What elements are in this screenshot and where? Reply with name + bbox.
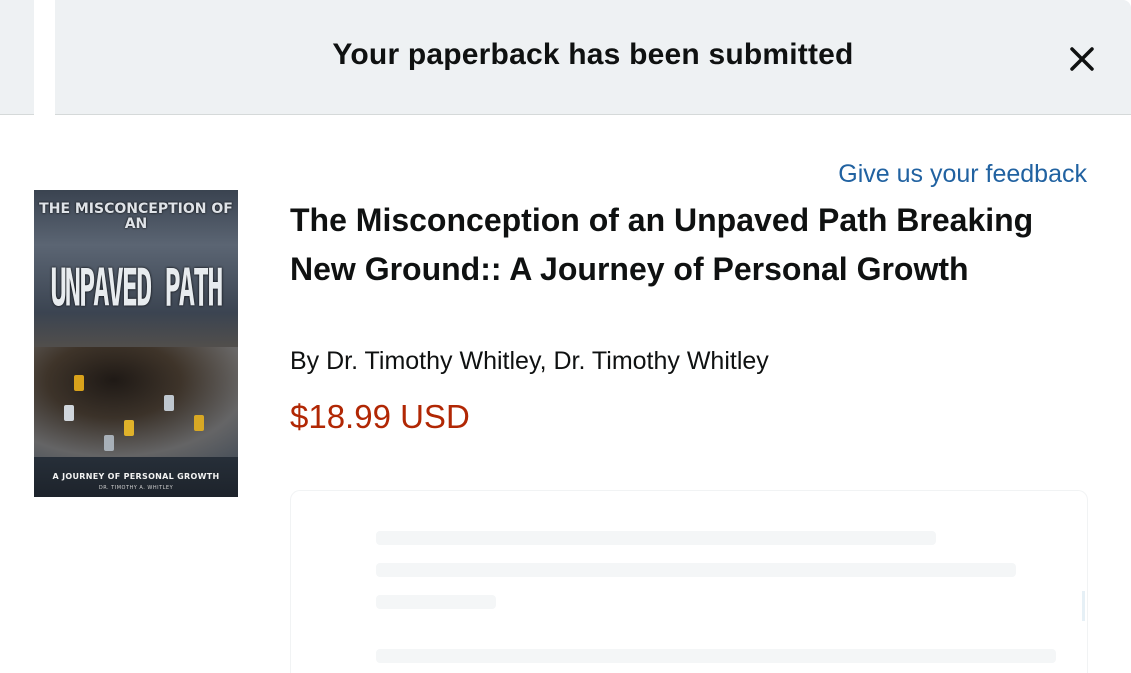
- faded-scroll-indicator: [1082, 591, 1085, 621]
- feedback-link[interactable]: Give us your feedback: [838, 160, 1087, 189]
- faded-line: [376, 563, 1016, 577]
- cover-road-art: [34, 347, 238, 457]
- cover-car: [164, 395, 174, 411]
- left-panel-edge: [0, 0, 34, 115]
- divider: [0, 114, 34, 115]
- cover-car: [194, 415, 204, 431]
- faded-info-panel: [290, 490, 1088, 673]
- book-cover-image: THE MISCONCEPTION OF AN UNPAVED PATH A J…: [34, 190, 238, 497]
- panel-gap: [34, 0, 54, 115]
- cover-subtitle: A JOURNEY OF PERSONAL GROWTH: [52, 472, 220, 481]
- submission-banner: Your paperback has been submitted: [55, 0, 1131, 115]
- faded-line: [376, 649, 1056, 663]
- cover-car: [64, 405, 74, 421]
- faded-line: [376, 531, 936, 545]
- banner-title: Your paperback has been submitted: [332, 38, 854, 71]
- cover-car: [74, 375, 84, 391]
- cover-title-top: THE MISCONCEPTION OF AN: [39, 201, 233, 232]
- close-icon: [1070, 47, 1094, 71]
- book-price: $18.99 USD: [290, 398, 470, 435]
- book-title: The Misconception of an Unpaved Path Bre…: [290, 202, 1034, 287]
- cover-author: DR. TIMOTHY A. WHITLEY: [98, 485, 174, 491]
- close-button[interactable]: [1067, 44, 1097, 74]
- book-byline: By Dr. Timothy Whitley, Dr. Timothy Whit…: [290, 347, 769, 375]
- faded-line: [376, 595, 496, 609]
- cover-car: [104, 435, 114, 451]
- cover-car: [124, 420, 134, 436]
- cover-title-main: UNPAVED PATH: [50, 260, 223, 319]
